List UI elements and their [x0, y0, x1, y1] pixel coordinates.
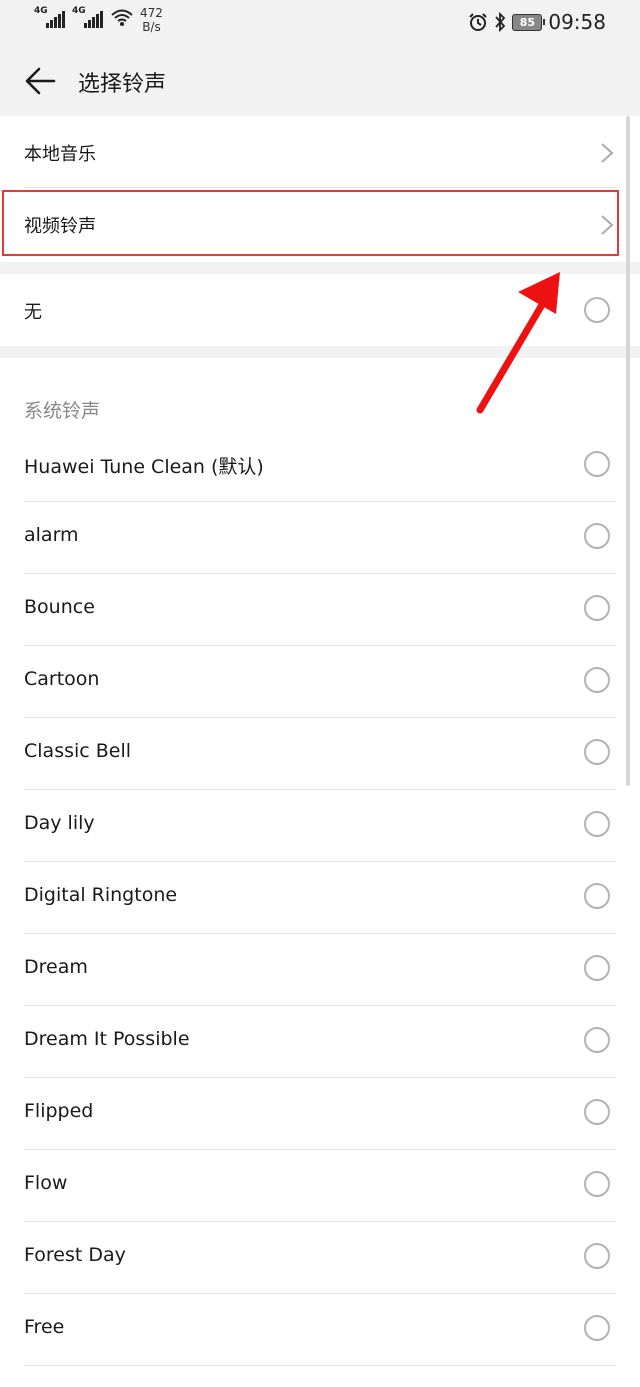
chevron-right-icon — [601, 143, 614, 163]
list-item[interactable]: alarm — [0, 502, 640, 574]
ringtone-name: Dream — [24, 956, 88, 978]
bluetooth-icon — [495, 12, 506, 32]
list-item[interactable]: Huawei Tune Clean (默认) — [0, 430, 640, 502]
list-item[interactable]: Flipped — [0, 1078, 640, 1150]
ringtone-name: Forest Day — [24, 1244, 126, 1266]
ringtone-name: Flipped — [24, 1100, 94, 1122]
alarm-icon — [469, 13, 488, 31]
radio-button[interactable] — [584, 523, 610, 549]
signal-type: 4G — [34, 6, 48, 16]
none-label: 无 — [24, 302, 42, 323]
list-item[interactable]: Flow — [0, 1150, 640, 1222]
list-item[interactable]: Free — [0, 1294, 640, 1366]
ringtone-name: alarm — [24, 524, 79, 546]
radio-button[interactable] — [584, 667, 610, 693]
back-arrow-icon[interactable] — [24, 64, 58, 98]
network-speed: 472 B/s — [140, 6, 163, 34]
section-title: 系统铃声 — [24, 400, 101, 422]
list-item[interactable]: Dream — [0, 934, 640, 1006]
radio-button[interactable] — [584, 451, 610, 477]
ringtone-name: Classic Bell — [24, 740, 132, 762]
list-item[interactable]: Forest Day — [0, 1222, 640, 1294]
radio-button[interactable] — [584, 883, 610, 909]
ringtone-name: Day lily — [24, 812, 95, 834]
divider — [24, 1365, 616, 1366]
ringtone-name: Bounce — [24, 596, 95, 618]
highlight-box — [2, 190, 619, 256]
radio-button[interactable] — [584, 297, 610, 323]
status-right: 85 09:58 — [468, 10, 606, 34]
list-item[interactable]: Bounce — [0, 574, 640, 646]
ringtone-name: Dream It Possible — [24, 1028, 190, 1050]
radio-button[interactable] — [584, 1099, 610, 1125]
app-header: 选择铃声 — [0, 46, 640, 116]
radio-button[interactable] — [584, 811, 610, 837]
scrollbar[interactable] — [626, 116, 630, 786]
radio-button[interactable] — [584, 595, 610, 621]
list-item[interactable]: Cartoon — [0, 646, 640, 718]
annotation-arrow-icon — [476, 272, 560, 414]
battery-icon: 85 — [512, 13, 546, 31]
list-item[interactable]: Digital Ringtone — [0, 862, 640, 934]
ringtone-name: Free — [24, 1316, 65, 1338]
battery-level: 85 — [519, 15, 536, 29]
list-item[interactable]: Dream It Possible — [0, 1006, 640, 1078]
page-title: 选择铃声 — [78, 72, 167, 97]
list-item[interactable]: Classic Bell — [0, 718, 640, 790]
ringtone-name: Huawei Tune Clean (默认) — [24, 456, 264, 478]
radio-button[interactable] — [584, 739, 610, 765]
radio-button[interactable] — [584, 1315, 610, 1341]
speed-value: 472 — [140, 6, 163, 20]
system-ringtones: 系统铃声 Huawei Tune Clean (默认) alarm Bounce… — [0, 358, 640, 1387]
clock: 09:58 — [548, 10, 606, 34]
wifi-icon — [111, 9, 133, 26]
signal-type-2: 4G — [72, 6, 86, 16]
list-item[interactable]: Day lily — [0, 790, 640, 862]
signal-icon: 4G — [34, 6, 66, 28]
ringtone-name: Cartoon — [24, 668, 100, 690]
speed-unit: B/s — [142, 20, 161, 34]
nav-item-label: 本地音乐 — [24, 144, 96, 165]
radio-button[interactable] — [584, 955, 610, 981]
radio-button[interactable] — [584, 1171, 610, 1197]
status-bar: 4G 4G 472 B/s 85 09:58 — [0, 0, 640, 46]
radio-button[interactable] — [584, 1027, 610, 1053]
ringtone-name: Flow — [24, 1172, 68, 1194]
ringtone-name: Digital Ringtone — [24, 884, 178, 906]
signal-icon-2: 4G — [72, 6, 104, 28]
radio-button[interactable] — [584, 1243, 610, 1269]
nav-card: 本地音乐 视频铃声 — [0, 116, 640, 262]
nav-item-local-music[interactable]: 本地音乐 — [0, 116, 640, 188]
status-left: 4G 4G 472 B/s — [34, 6, 163, 34]
